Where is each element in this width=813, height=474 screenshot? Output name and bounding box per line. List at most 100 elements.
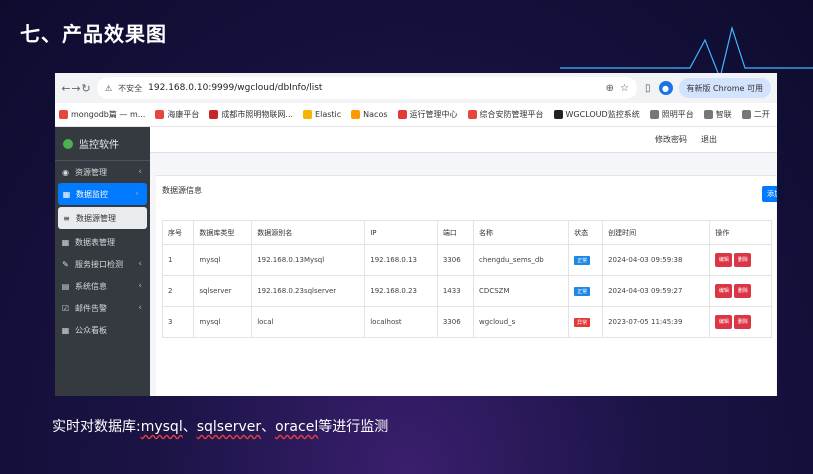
bookmark-label: 综合安防管理平台 [479,110,544,119]
sidebar-item-label: 数据监控 [76,189,108,199]
cell-status: 正常 [568,244,604,276]
bookmark-item[interactable]: Elastic [303,110,341,119]
bookmark-item[interactable]: 海康平台 [155,109,199,120]
cell-alias: 192.168.0.13Mysql [251,244,366,276]
reload-icon[interactable]: ↻ [81,82,91,95]
table-row: 3 mysql local localhost 3306 wgcloud_s 异常 2023-… [161,306,772,338]
bookmark-icon [303,110,313,119]
edit-button[interactable]: 编辑 [715,315,733,329]
database-icon: ≡ [63,213,70,223]
bookmark-icon [155,110,165,119]
chrome-update-button[interactable]: 有新版 Chrome 可用 [678,78,771,98]
zoom-icon[interactable]: ⊕ [606,83,614,94]
table-header-row: 序号 数据库类型 数据源别名 IP 端口 名称 状态 创建时间 操作 [161,220,772,245]
cell-type: mysql [193,244,253,276]
bookmark-label: Nacos [363,110,388,119]
slide-title: 七、产品效果图 [20,22,167,46]
column-header: 名称 [473,220,570,245]
bookmark-item[interactable]: 运行管理中心 [397,109,458,120]
top-nav: 修改密码 退出 [150,127,777,153]
sidebar-item-label: 数据表管理 [75,237,115,247]
sidebar-menu: ◉ 资源管理 ‹ ▦ 数据监控 ‹ ≡ 数据源管理 ▦ 数据表管理 ✎ 服务接口检测 ‹ ▤ 系统信息 ‹ ☑ 邮… [55,161,150,341]
bookmark-label: WGCLOUD监控系统 [565,110,640,119]
sidebar-item-8[interactable]: ▦ 公众看板 [55,319,150,341]
forward-icon[interactable]: → [71,82,81,95]
bookmark-item[interactable]: 综合安防管理平台 [467,109,544,120]
main-content: 修改密码 退出 数据源信息 添加 序号数据库类型数据源别名IP端口名称状态创建时… [150,127,777,396]
bookmark-item[interactable]: mongodb篇 — m... [59,109,145,120]
bookmark-item[interactable]: 成都市照明物联网... [209,109,293,120]
edit-button[interactable]: 编辑 [715,284,733,298]
sidebar-item-2[interactable]: ▦ 数据监控 ‹ [58,183,147,205]
cell-name: chengdu_sems_db [473,244,570,276]
bookmark-label: 照明平台 [661,110,694,119]
app-root: 监控软件 ◉ 资源管理 ‹ ▦ 数据监控 ‹ ≡ 数据源管理 ▦ 数据表管理 ✎ 服务接口检测 ‹ ▤ 系统… [55,127,777,396]
cell-created: 2024-04-03 09:59:27 [602,275,711,307]
board-icon: ▦ [61,325,70,335]
column-header: IP [364,220,438,245]
sidebar-item-1[interactable]: ◉ 资源管理 ‹ [55,161,150,183]
bookmark-label: 运行管理中心 [409,110,458,119]
cell-actions: 编辑 删除 [709,306,772,338]
bookmark-icon [59,110,68,119]
bookmark-icon [703,110,713,119]
cell-no: 1 [161,244,195,276]
logout-link[interactable]: 退出 [701,134,717,145]
sidebar-item-6[interactable]: ▤ 系统信息 ‹ [55,275,150,297]
star-icon[interactable]: ☆ [620,83,629,94]
cell-alias: local [251,306,366,338]
caption-oracle: oracel [275,419,319,435]
bookmark-label: 海康平台 [167,110,200,119]
edit-button[interactable]: 编辑 [715,253,733,267]
cell-name: CDCSZM [473,275,570,307]
caption-sep-2: 、 [261,419,276,435]
change-password-link[interactable]: 修改密码 [655,134,687,145]
chevron-left-icon: ‹ [138,167,142,177]
browser-window: ← → ↻ ⚠ 不安全 192.168.0.10:9999/wgcloud/db… [55,73,777,396]
bookmark-item[interactable]: 二开 [741,109,770,120]
warning-icon[interactable]: ⚠ [105,84,112,93]
bookmark-item[interactable]: 照明平台 [649,109,694,120]
cell-actions: 编辑 删除 [709,244,772,276]
profile-icon[interactable]: ● [658,81,673,95]
cell-alias: 192.168.0.23sqlserver [251,275,366,307]
bookmark-icon [553,110,563,119]
cell-type: mysql [193,306,253,338]
column-header: 数据库类型 [193,220,253,245]
brand[interactable]: 监控软件 [55,127,150,161]
cell-ip: 192.168.0.23 [364,275,438,307]
bookmark-icon [741,110,751,119]
sidebar-item-label: 公众看板 [75,325,107,335]
logo-icon [63,138,73,149]
sidebar-item-label: 服务接口检测 [75,259,123,269]
address-bar[interactable]: ⚠ 不安全 192.168.0.10:9999/wgcloud/dbInfo/l… [97,77,637,99]
add-button[interactable]: 添加 [762,186,777,202]
cell-status: 正常 [568,275,604,307]
delete-button[interactable]: 删除 [734,315,752,329]
delete-button[interactable]: 删除 [734,253,752,267]
url-text[interactable]: 192.168.0.10:9999/wgcloud/dbInfo/list [148,83,599,93]
column-header: 端口 [436,220,475,245]
side-panel-icon[interactable]: ▯ [645,83,651,94]
bookmark-item[interactable]: Nacos [351,110,388,119]
caption-prefix: 实时对数据库: [52,419,141,435]
back-icon[interactable]: ← [61,82,71,95]
bookmark-item[interactable]: 智联 [703,109,732,120]
table-row: 1 mysql 192.168.0.13Mysql 192.168.0.13 3306 c… [161,244,772,276]
delete-button[interactable]: 删除 [734,284,752,298]
caption-sep-1: 、 [182,419,197,435]
bookmark-item[interactable]: WGCLOUD监控系统 [553,109,640,120]
cell-ip: localhost [364,306,438,338]
column-header: 序号 [161,220,195,245]
sidebar-item-label: 数据源管理 [76,213,116,223]
sidebar-item-4[interactable]: ▦ 数据表管理 [55,231,150,253]
card-title: 数据源信息 [162,186,202,195]
sidebar-item-5[interactable]: ✎ 服务接口检测 ‹ [55,253,150,275]
security-label[interactable]: 不安全 [118,83,142,94]
caption-sqlserver: sqlserver [196,419,262,435]
cell-created: 2023-07-05 11:45:39 [602,306,711,338]
sidebar: 监控软件 ◉ 资源管理 ‹ ▦ 数据监控 ‹ ≡ 数据源管理 ▦ 数据表管理 ✎ 服务接口检测 ‹ ▤ 系统… [55,127,150,396]
caption-suffix: 等进行监测 [318,419,389,435]
sidebar-item-3[interactable]: ≡ 数据源管理 [58,207,147,229]
sidebar-item-7[interactable]: ☑ 邮件告警 ‹ [55,297,150,319]
